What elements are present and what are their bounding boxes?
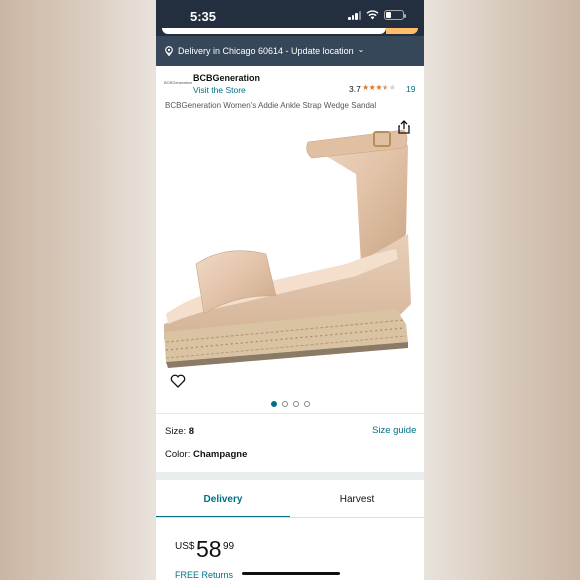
tab-harvest[interactable]: Harvest bbox=[290, 480, 424, 518]
price-currency: US$ bbox=[175, 541, 195, 552]
review-count-link[interactable]: 19 bbox=[406, 84, 415, 94]
star-icon: ★ bbox=[375, 83, 383, 92]
battery-icon bbox=[384, 10, 406, 20]
product-title: BCBGeneration Women's Addie Ankle Strap … bbox=[165, 101, 377, 110]
color-selector[interactable]: Color: Champagne bbox=[165, 449, 247, 460]
carousel-dot[interactable] bbox=[281, 401, 288, 407]
carousel-dot[interactable] bbox=[292, 401, 299, 407]
brand-logo[interactable]: BCBGeneration bbox=[164, 76, 192, 90]
color-value: Champagne bbox=[192, 449, 248, 460]
size-selector[interactable]: Size: 8 bbox=[165, 426, 194, 437]
heart-icon[interactable] bbox=[170, 374, 186, 388]
section-divider bbox=[156, 472, 424, 480]
size-value: 8 bbox=[188, 426, 195, 437]
carousel-dots bbox=[156, 398, 424, 410]
rating-value: 3.7 bbox=[349, 84, 361, 94]
star-half-icon: ★ bbox=[382, 83, 389, 92]
star-rating[interactable]: ★★★★★ bbox=[362, 83, 396, 92]
location-pin-icon bbox=[165, 46, 173, 56]
status-time: 5:35 bbox=[190, 9, 217, 24]
size-guide-link[interactable]: Size guide bbox=[372, 425, 416, 436]
delivery-location-bar[interactable]: Delivery in Chicago 60614 - Update locat… bbox=[156, 36, 424, 66]
brand-name: BCBGeneration bbox=[193, 73, 261, 83]
price-fraction: 99 bbox=[223, 541, 235, 552]
chevron-down-icon: ⌄ bbox=[357, 45, 365, 54]
wifi-icon bbox=[366, 10, 379, 20]
search-input[interactable] bbox=[162, 28, 386, 34]
phone-screen: 5:35 Delivery in Chicago 60614 - Update … bbox=[156, 0, 424, 580]
price-whole: 58 bbox=[196, 536, 222, 562]
star-icon: ★ bbox=[362, 83, 369, 92]
share-icon[interactable] bbox=[397, 120, 411, 134]
color-label: Color: bbox=[165, 449, 193, 460]
product-image-carousel[interactable] bbox=[156, 114, 424, 398]
cellular-signal-icon bbox=[348, 11, 362, 20]
free-returns-link[interactable]: FREE Returns bbox=[175, 570, 233, 580]
visit-store-link[interactable]: Visit the Store bbox=[193, 85, 246, 95]
carousel-dot[interactable] bbox=[303, 401, 310, 407]
home-indicator[interactable] bbox=[242, 572, 340, 575]
search-bar[interactable] bbox=[156, 28, 424, 36]
star-empty-icon: ★ bbox=[388, 83, 396, 92]
tab-delivery[interactable]: Delivery bbox=[156, 480, 290, 518]
tabs-underline bbox=[156, 517, 424, 518]
search-button[interactable] bbox=[386, 28, 418, 34]
delivery-tabs: Delivery Harvest bbox=[156, 480, 424, 518]
carousel-dot[interactable] bbox=[270, 401, 277, 407]
divider bbox=[156, 413, 424, 414]
product-image bbox=[164, 129, 411, 368]
brand-row: BCBGeneration BCBGeneration Visit the St… bbox=[156, 68, 424, 98]
delivery-location-text[interactable]: Delivery in Chicago 60614 - Update locat… bbox=[178, 46, 354, 56]
size-label: Size: bbox=[165, 426, 189, 437]
